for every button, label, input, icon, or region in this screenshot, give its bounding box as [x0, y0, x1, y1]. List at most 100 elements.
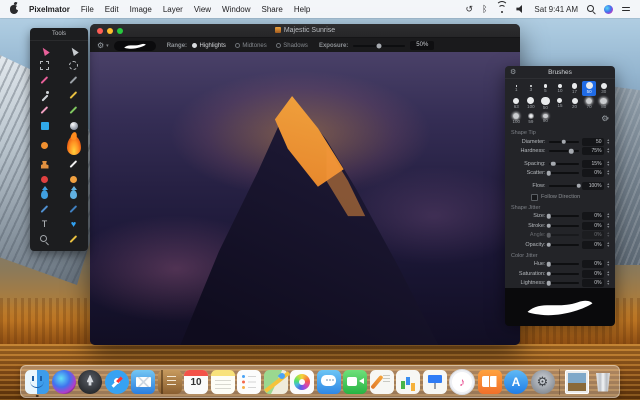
sysprefs-dock-icon[interactable]: ⚙	[531, 370, 555, 394]
smudge-tool[interactable]	[32, 202, 58, 217]
gradient-tool[interactable]	[61, 118, 87, 133]
itunes-dock-icon[interactable]: ♪	[449, 369, 475, 395]
slider-thumb[interactable]	[546, 233, 551, 238]
slider-thumb[interactable]	[546, 243, 551, 248]
notes-dock-icon[interactable]	[211, 370, 235, 394]
sponge-tool[interactable]	[61, 172, 87, 187]
siri-menu-icon[interactable]	[604, 5, 613, 14]
numbers-dock-icon[interactable]	[396, 370, 420, 394]
time-machine-icon[interactable]: ↺	[465, 5, 473, 14]
photostack-dock-icon[interactable]	[565, 370, 589, 394]
zoom-tool[interactable]	[32, 232, 58, 247]
hue-stepper[interactable]: ▲▼	[607, 261, 610, 267]
reminders-dock-icon[interactable]	[237, 370, 261, 394]
brush-size-17[interactable]: 17	[567, 81, 582, 96]
brush-size-5[interactable]: 5	[538, 81, 553, 96]
menu-layer[interactable]: Layer	[163, 5, 183, 14]
follow-direction-row[interactable]: Follow Direction	[505, 191, 615, 202]
lightness-slider[interactable]	[549, 282, 579, 284]
menu-file[interactable]: File	[81, 5, 94, 14]
image-canvas[interactable]	[90, 52, 520, 345]
appstore-dock-icon[interactable]: A	[504, 370, 528, 394]
slider-thumb[interactable]	[576, 184, 581, 189]
slider-thumb[interactable]	[546, 224, 551, 229]
keynote-dock-icon[interactable]	[423, 370, 447, 394]
brush-size-70[interactable]: 70	[582, 96, 597, 111]
wifi-icon[interactable]	[496, 5, 507, 13]
notification-center-icon[interactable]	[622, 7, 630, 12]
flow-slider[interactable]	[549, 185, 579, 187]
spacing-stepper[interactable]: ▲▼	[607, 161, 610, 167]
slider-thumb[interactable]	[546, 214, 551, 219]
scatter-stepper[interactable]: ▲▼	[607, 170, 610, 176]
messages-dock-icon[interactable]	[317, 370, 341, 394]
ibooks-dock-icon[interactable]	[478, 370, 502, 394]
facetime-dock-icon[interactable]	[343, 370, 367, 394]
siri-dock-icon[interactable]	[52, 370, 76, 394]
range-option-midtones[interactable]: Midtones	[235, 43, 267, 49]
brush-size-59[interactable]: 59	[524, 111, 539, 126]
menu-clock[interactable]: Sat 9:41 AM	[534, 5, 578, 14]
polygonal-lasso-tool[interactable]	[61, 73, 87, 88]
safari-dock-icon[interactable]	[105, 370, 129, 394]
brush-settings-gear-icon[interactable]: ⚙	[97, 42, 104, 50]
red-eye-tool[interactable]	[32, 172, 58, 187]
calendar-dock-icon[interactable]: 10	[184, 370, 208, 394]
brush-size-20[interactable]: 20	[567, 96, 582, 111]
menu-edit[interactable]: Edit	[105, 5, 119, 14]
brush-size-90[interactable]: 90	[538, 111, 553, 126]
slider-thumb[interactable]	[546, 262, 551, 267]
brush-size-10[interactable]: 10	[553, 81, 568, 96]
exposure-slider[interactable]	[353, 45, 405, 47]
range-option-highlights[interactable]: Highlights	[192, 43, 226, 49]
spacing-slider[interactable]	[549, 163, 579, 165]
checkbox-icon[interactable]	[531, 194, 538, 201]
launchpad-dock-icon[interactable]	[78, 370, 102, 394]
type-tool[interactable]: T	[32, 217, 58, 232]
diameter-slider[interactable]	[549, 141, 579, 143]
slider-thumb[interactable]	[561, 140, 566, 145]
app-menu[interactable]: Pixelmator	[29, 5, 70, 14]
scatter-slider[interactable]	[549, 172, 579, 174]
mail-dock-icon[interactable]	[131, 370, 155, 394]
brush-size-100[interactable]: 100	[509, 111, 524, 126]
slice-tool[interactable]	[61, 103, 87, 118]
saturation-slider[interactable]	[549, 273, 579, 275]
paint-bucket-tool[interactable]	[32, 118, 58, 133]
menu-window[interactable]: Window	[222, 5, 250, 14]
color-tool[interactable]	[32, 138, 58, 153]
photos-dock-icon[interactable]	[290, 370, 314, 394]
range-option-shadows[interactable]: Shadows	[276, 43, 308, 49]
rect-marquee-tool[interactable]	[32, 58, 58, 73]
menu-view[interactable]: View	[194, 5, 211, 14]
healing-tool[interactable]	[61, 157, 87, 172]
flow-stepper[interactable]: ▲▼	[607, 183, 610, 189]
paint-selection-tool[interactable]	[61, 88, 87, 103]
slider-thumb[interactable]	[546, 272, 551, 277]
brush-size-1[interactable]: 1	[509, 81, 524, 96]
sharpen-tool[interactable]	[61, 187, 87, 202]
brush-size-3[interactable]: 3	[524, 81, 539, 96]
window-titlebar[interactable]: Majestic Sunrise	[90, 24, 520, 38]
hue-slider[interactable]	[549, 263, 579, 265]
diameter-stepper[interactable]: ▲▼	[607, 139, 610, 145]
slider-thumb[interactable]	[546, 281, 551, 286]
move-tool[interactable]	[32, 43, 58, 58]
brush-size-100[interactable]: 100	[524, 96, 539, 111]
size-stepper[interactable]: ▲▼	[607, 213, 610, 219]
slider-thumb[interactable]	[569, 149, 574, 154]
brushes-settings-gear-icon[interactable]: ⚙	[510, 69, 516, 76]
ellipse-marquee-tool[interactable]	[61, 58, 87, 73]
slider-thumb[interactable]	[546, 171, 551, 176]
opacity-stepper[interactable]: ▲▼	[607, 242, 610, 248]
arrange-tool[interactable]	[61, 43, 87, 58]
pencil-tool[interactable]	[61, 202, 87, 217]
size-slider[interactable]	[549, 215, 579, 217]
menu-help[interactable]: Help	[294, 5, 310, 14]
pages-dock-icon[interactable]	[370, 370, 394, 394]
stroke-slider[interactable]	[549, 225, 579, 227]
volume-icon[interactable]	[516, 5, 525, 13]
apple-menu-icon[interactable]	[10, 5, 18, 14]
menu-share[interactable]: Share	[262, 5, 283, 14]
stroke-stepper[interactable]: ▲▼	[607, 223, 610, 229]
